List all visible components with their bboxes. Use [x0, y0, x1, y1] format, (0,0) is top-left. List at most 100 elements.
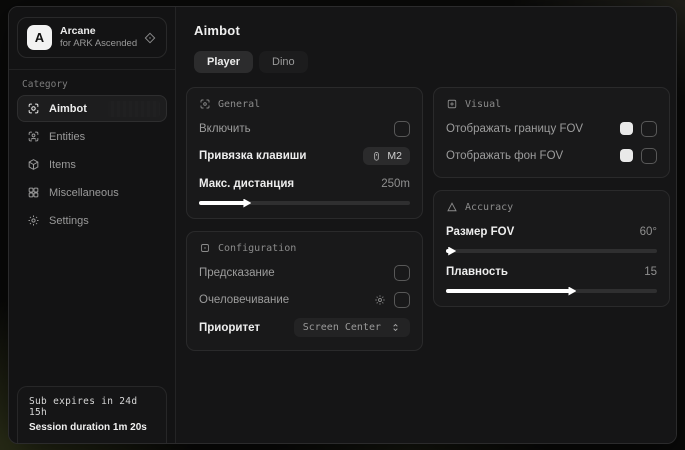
tab-dino[interactable]: Dino [259, 51, 308, 73]
gear-icon [27, 214, 40, 227]
app-logo: A [27, 25, 52, 50]
prediction-label: Предсказание [199, 267, 275, 279]
sidebar-item-label: Entities [49, 131, 85, 143]
app-name: Arcane [60, 25, 135, 38]
tab-bar: Player Dino [194, 51, 662, 73]
chevrons-up-down-icon [390, 322, 401, 333]
app-brand-card: A Arcane for ARK Ascended [17, 17, 167, 58]
left-column: General Включить Привязка клавиши [186, 87, 423, 351]
app-subtitle: for ARK Ascended [60, 38, 135, 50]
card-title: Visual [465, 99, 501, 110]
sidebar-item-aimbot[interactable]: Aimbot [17, 95, 167, 122]
page-title: Aimbot [194, 23, 662, 38]
tab-player[interactable]: Player [194, 51, 253, 73]
keybind-row: Привязка клавиши M2 [199, 147, 410, 165]
sidebar-item-miscellaneous[interactable]: Miscellaneous [17, 179, 167, 206]
enable-row: Включить [199, 120, 410, 137]
smoothness-row: Плавность 15 [446, 263, 657, 280]
humanize-controls [374, 292, 410, 308]
component-icon [199, 242, 211, 254]
enable-checkbox[interactable] [394, 121, 410, 137]
sidebar-menu: Aimbot Entities Items [9, 95, 175, 234]
session-duration-text: Session duration 1m 20s [29, 422, 155, 433]
keybind-label: Привязка клавиши [199, 150, 306, 162]
smoothness-value: 15 [644, 266, 657, 278]
accuracy-card: Accuracy Размер FOV 60° Плавность 15 [433, 190, 670, 307]
card-title: General [218, 99, 260, 110]
distance-slider[interactable] [199, 201, 410, 205]
general-card: General Включить Привязка клавиши [186, 87, 423, 219]
sidebar-item-items[interactable]: Items [17, 151, 167, 178]
fov-border-controls [620, 121, 657, 137]
grid-icon [27, 186, 40, 199]
right-column: Visual Отображать границу FOV Отображать… [433, 87, 670, 307]
crosshair-scan-icon [27, 102, 40, 115]
app-title-block: Arcane for ARK Ascended [60, 25, 135, 50]
subscription-info-card: Sub expires in 24d 15h Session duration … [17, 386, 167, 443]
smoothness-slider[interactable] [446, 289, 657, 293]
sidebar-item-label: Items [49, 159, 76, 171]
main-header: Aimbot Player Dino [176, 7, 677, 73]
ghost-decoration [108, 101, 160, 117]
distance-slider-thumb[interactable] [243, 199, 251, 208]
sidebar-item-label: Miscellaneous [49, 187, 119, 199]
sub-expires-text: Sub expires in 24d 15h [29, 396, 155, 418]
configuration-card: Configuration Предсказание Очеловечивани… [186, 231, 423, 351]
smoothness-slider-thumb[interactable] [568, 287, 576, 296]
app-window: A Arcane for ARK Ascended Category [8, 6, 677, 444]
settings-columns: General Включить Привязка клавиши [176, 73, 677, 351]
distance-label: Макс. дистанция [199, 178, 294, 190]
sidebar-item-label: Settings [49, 215, 89, 227]
priority-dropdown[interactable]: Screen Center [294, 318, 410, 337]
triangle-icon [446, 201, 458, 213]
sidebar-item-entities[interactable]: Entities [17, 123, 167, 150]
humanize-checkbox[interactable] [394, 292, 410, 308]
sidebar: A Arcane for ARK Ascended Category [9, 7, 176, 443]
keybind-value: M2 [387, 150, 402, 162]
general-card-header: General [199, 98, 410, 110]
fov-background-color-swatch[interactable] [620, 149, 633, 162]
keybind-button[interactable]: M2 [363, 147, 410, 165]
visual-card-header: Visual [446, 98, 657, 110]
smoothness-label: Плавность [446, 266, 508, 278]
mouse-icon [371, 151, 382, 162]
priority-label: Приоритет [199, 322, 260, 334]
fov-size-value: 60° [640, 226, 657, 238]
square-plus-icon [446, 98, 458, 110]
fov-background-controls [620, 148, 657, 164]
fov-border-label: Отображать границу FOV [446, 123, 583, 135]
focus-icon [199, 98, 211, 110]
sidebar-item-settings[interactable]: Settings [17, 207, 167, 234]
fov-size-slider-thumb[interactable] [448, 247, 456, 256]
distance-slider-fill [199, 201, 245, 205]
card-title: Configuration [218, 243, 296, 254]
category-label: Category [9, 70, 175, 95]
fov-size-slider[interactable] [446, 249, 657, 253]
main-content: Aimbot Player Dino Gen [176, 7, 677, 443]
smoothness-slider-fill [446, 289, 570, 293]
fov-size-row: Размер FOV 60° [446, 223, 657, 240]
package-icon [27, 158, 40, 171]
configuration-card-header: Configuration [199, 242, 410, 254]
prediction-row: Предсказание [199, 264, 410, 281]
humanize-label: Очеловечивание [199, 294, 289, 306]
fov-background-checkbox[interactable] [641, 148, 657, 164]
distance-row: Макс. дистанция 250m [199, 175, 410, 192]
fov-border-row: Отображать границу FOV [446, 120, 657, 137]
fov-size-label: Размер FOV [446, 226, 514, 238]
visual-card: Visual Отображать границу FOV Отображать… [433, 87, 670, 178]
prediction-checkbox[interactable] [394, 265, 410, 281]
card-title: Accuracy [465, 202, 513, 213]
fov-background-row: Отображать фон FOV [446, 147, 657, 164]
fov-background-label: Отображать фон FOV [446, 150, 563, 162]
diamond-target-icon[interactable] [143, 31, 157, 45]
user-scan-icon [27, 130, 40, 143]
accuracy-card-header: Accuracy [446, 201, 657, 213]
priority-row: Приоритет Screen Center [199, 318, 410, 337]
enable-label: Включить [199, 123, 251, 135]
fov-size-slider-fill [446, 249, 450, 253]
priority-selected-value: Screen Center [303, 322, 381, 333]
gear-icon[interactable] [374, 294, 386, 306]
fov-border-color-swatch[interactable] [620, 122, 633, 135]
fov-border-checkbox[interactable] [641, 121, 657, 137]
